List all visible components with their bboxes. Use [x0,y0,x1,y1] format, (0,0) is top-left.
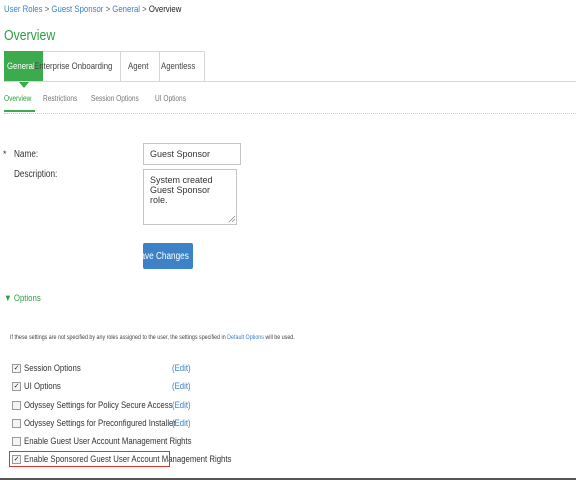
options-toggle[interactable]: ▼ Options [4,293,49,304]
odyssey-policy-edit-text: (Edit) [172,399,191,411]
name-label: Name: [14,149,43,160]
name-label-text: Name: [14,149,39,160]
description-label-text: Description: [14,169,58,180]
option-row-guest-account-rights: Enable Guest User Account Management Rig… [12,434,228,448]
subtab-restrictions[interactable]: Restrictions [43,94,85,112]
required-marker: * [3,149,7,159]
subtab-ui-options[interactable]: UI Options [155,94,193,112]
session-options-label: Session Options [24,362,81,374]
save-changes-button[interactable]: Save Changes [135,243,193,269]
subtab-overview-label: Overview [4,94,32,103]
guest-account-rights-label: Enable Guest User Account Management Rig… [24,435,192,447]
odyssey-installer-edit-link[interactable]: (Edit) [172,416,195,430]
breadcrumb: User Roles > Guest Sponsor > General > O… [4,4,220,15]
breadcrumb-separator: > [142,4,147,15]
resize-grip-icon[interactable] [228,215,236,223]
tab-agent[interactable]: Agent [121,51,160,81]
description-label: Description: [14,169,67,180]
sub-tabs: Overview Restrictions Session Options UI… [4,94,199,112]
tab-agent-label: Agent [127,61,148,72]
odyssey-policy-label: Odyssey Settings for Policy Secure Acces… [24,399,173,411]
subtab-session-options[interactable]: Session Options [91,94,149,112]
odyssey-installer-edit-text: (Edit) [172,417,191,429]
subtab-overview[interactable]: Overview [4,94,37,112]
tab-divider [4,81,576,82]
breadcrumb-guest-sponsor[interactable]: Guest Sponsor [51,4,103,15]
breadcrumb-general[interactable]: General [112,4,140,15]
description-textarea[interactable]: System created Guest Sponsor role. [143,169,237,225]
odyssey-installer-label: Odyssey Settings for Preconfigured Insta… [24,417,176,429]
option-row-session-options: ✓ Session Options [12,361,93,375]
tab-enterprise-onboarding-label: Enterprise Onboarding [33,61,113,72]
tab-general-label: General [6,61,35,72]
tab-agentless-label: Agentless [161,61,196,72]
main-tabs: General Enterprise Onboarding Agent Agen… [4,51,205,88]
ui-options-checkbox[interactable]: ✓ [12,381,21,391]
odyssey-policy-checkbox[interactable] [12,400,21,410]
page-title: Overview [4,27,67,44]
session-options-checkbox[interactable]: ✓ [12,363,21,373]
default-options-link[interactable]: Default Options [227,334,264,341]
breadcrumb-user-roles[interactable]: User Roles [4,4,43,15]
breadcrumb-current: Overview [148,4,182,15]
options-note-prefix: If these settings are not specified by a… [10,334,226,341]
tab-agentless[interactable]: Agentless [160,51,205,81]
name-input[interactable] [143,143,241,165]
breadcrumb-separator: > [105,4,111,15]
highlight-annotation [9,451,170,467]
tab-enterprise-onboarding[interactable]: Enterprise Onboarding [34,51,121,81]
session-options-edit-link[interactable]: (Edit) [172,361,195,375]
options-note-suffix: will be used. [265,334,295,341]
odyssey-policy-edit-link[interactable]: (Edit) [172,398,195,412]
subtab-session-options-label: Session Options [91,94,139,103]
session-options-edit-text: (Edit) [172,362,191,374]
subtab-restrictions-label: Restrictions [43,94,78,103]
guest-account-rights-checkbox[interactable] [12,436,21,446]
odyssey-installer-checkbox[interactable] [12,418,21,428]
subtab-divider [4,113,576,114]
subtab-ui-options-label: UI Options [155,94,187,103]
breadcrumb-separator: > [44,4,50,15]
option-row-ui-options: ✓ UI Options [12,379,69,393]
ui-options-label: UI Options [24,380,61,392]
chevron-down-icon: ▼ [4,293,12,304]
options-note: If these settings are not specified by a… [10,334,357,341]
options-header-label: Options [13,293,41,304]
page-title-text: Overview [4,27,56,44]
ui-options-edit-link[interactable]: (Edit) [172,379,195,393]
ui-options-edit-text: (Edit) [172,380,191,392]
save-changes-label: Save Changes [135,250,190,262]
